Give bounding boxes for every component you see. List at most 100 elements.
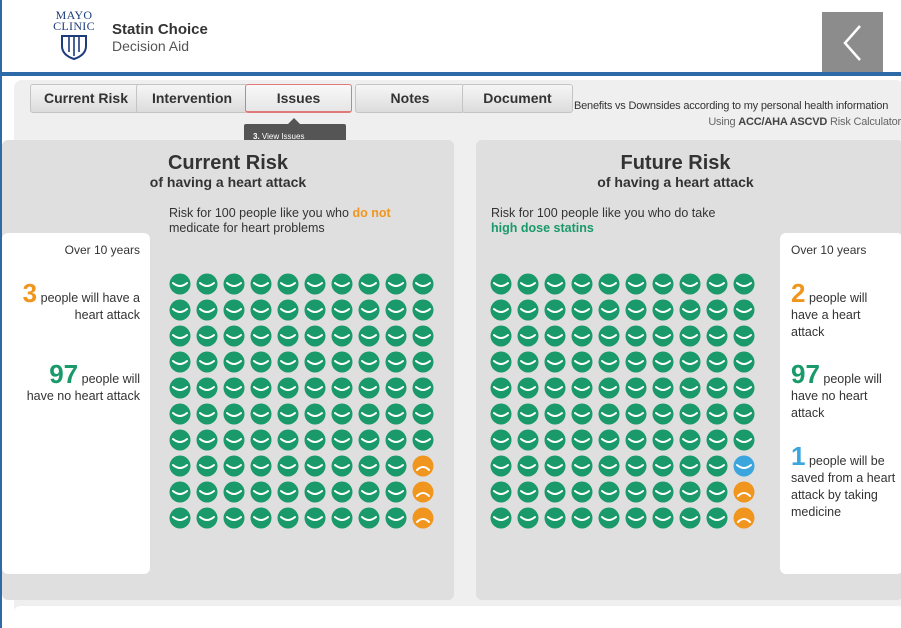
green-face-icon (706, 507, 728, 529)
orange-face-icon (412, 481, 434, 503)
green-face-icon (277, 377, 299, 399)
green-face-icon (304, 429, 326, 451)
green-face-icon (517, 273, 539, 295)
app-window: MAYO CLINIC Statin Choice Decision Aid C… (0, 0, 901, 628)
green-face-icon (250, 325, 272, 347)
green-face-icon (250, 455, 272, 477)
tab-issues[interactable]: Issues (245, 84, 352, 113)
current-desc-highlight: do not (352, 206, 391, 220)
green-face-icon (358, 455, 380, 477)
green-face-icon (169, 403, 191, 425)
green-face-icon (223, 273, 245, 295)
green-face-icon (571, 455, 593, 477)
current-safe-text: people will have no heart attack (26, 372, 140, 403)
green-face-icon (544, 481, 566, 503)
green-face-icon (358, 481, 380, 503)
current-attack-stat: 3 people will have a heart attack (20, 280, 140, 324)
green-face-icon (223, 481, 245, 503)
green-face-icon (196, 403, 218, 425)
green-face-icon (304, 273, 326, 295)
green-face-icon (169, 455, 191, 477)
green-face-icon (625, 325, 647, 347)
green-face-icon (490, 351, 512, 373)
green-face-icon (706, 351, 728, 373)
orange-face-icon (412, 455, 434, 477)
green-face-icon (331, 273, 353, 295)
green-face-icon (169, 325, 191, 347)
green-face-icon (250, 481, 272, 503)
green-face-icon (169, 273, 191, 295)
green-face-icon (358, 429, 380, 451)
current-attack-count: 3 (22, 278, 38, 308)
green-face-icon (706, 273, 728, 295)
current-safe-stat: 97 people will have no heart attack (20, 361, 140, 405)
green-face-icon (358, 351, 380, 373)
green-face-icon (517, 377, 539, 399)
green-face-icon (598, 273, 620, 295)
green-face-icon (277, 455, 299, 477)
green-face-icon (517, 429, 539, 451)
green-face-icon (652, 325, 674, 347)
tab-document[interactable]: Document (462, 84, 573, 113)
future-period: Over 10 years (791, 243, 867, 257)
green-face-icon (358, 507, 380, 529)
mayo-clinic-logo: MAYO CLINIC (46, 9, 102, 68)
green-face-icon (223, 507, 245, 529)
green-face-icon (304, 455, 326, 477)
green-face-icon (196, 481, 218, 503)
green-face-icon (625, 377, 647, 399)
green-face-icon (679, 429, 701, 451)
current-risk-legend: Over 10 years 3 people will have a heart… (2, 233, 150, 574)
green-face-icon (385, 273, 407, 295)
future-risk-description: Risk for 100 people like you who do take… (491, 206, 715, 236)
green-face-icon (652, 377, 674, 399)
future-safe-count: 97 (791, 359, 820, 389)
green-face-icon (385, 299, 407, 321)
green-face-icon (517, 507, 539, 529)
tab-current-risk[interactable]: Current Risk (30, 84, 142, 113)
future-attack-count: 2 (791, 278, 806, 308)
green-face-icon (385, 377, 407, 399)
green-face-icon (598, 481, 620, 503)
shield-icon (61, 35, 87, 60)
green-face-icon (358, 299, 380, 321)
green-face-icon (598, 325, 620, 347)
green-face-icon (571, 507, 593, 529)
green-face-icon (169, 481, 191, 503)
green-face-icon (625, 429, 647, 451)
future-desc-highlight: high dose statins (491, 221, 594, 235)
current-period: Over 10 years (64, 243, 140, 257)
tab-notes[interactable]: Notes (355, 84, 465, 113)
green-face-icon (733, 377, 755, 399)
header: MAYO CLINIC Statin Choice Decision Aid (2, 0, 901, 76)
green-face-icon (223, 455, 245, 477)
green-face-icon (223, 351, 245, 373)
green-face-icon (250, 377, 272, 399)
green-face-icon (223, 377, 245, 399)
green-face-icon (277, 299, 299, 321)
green-face-icon (652, 351, 674, 373)
green-face-icon (544, 429, 566, 451)
green-face-icon (544, 403, 566, 425)
green-face-icon (571, 377, 593, 399)
green-face-icon (331, 455, 353, 477)
tab-intervention[interactable]: Intervention (136, 84, 248, 113)
green-face-icon (571, 325, 593, 347)
green-face-icon (490, 273, 512, 295)
green-face-icon (277, 351, 299, 373)
green-face-icon (706, 429, 728, 451)
green-face-icon (277, 325, 299, 347)
green-face-icon (652, 429, 674, 451)
green-face-icon (652, 455, 674, 477)
back-button[interactable] (822, 12, 883, 73)
green-face-icon (679, 351, 701, 373)
green-face-icon (706, 481, 728, 503)
green-face-icon (625, 273, 647, 295)
green-face-icon (412, 429, 434, 451)
green-face-icon (517, 481, 539, 503)
footer-bar (14, 606, 901, 624)
green-face-icon (385, 403, 407, 425)
green-face-icon (517, 403, 539, 425)
green-face-icon (652, 507, 674, 529)
green-face-icon (571, 299, 593, 321)
